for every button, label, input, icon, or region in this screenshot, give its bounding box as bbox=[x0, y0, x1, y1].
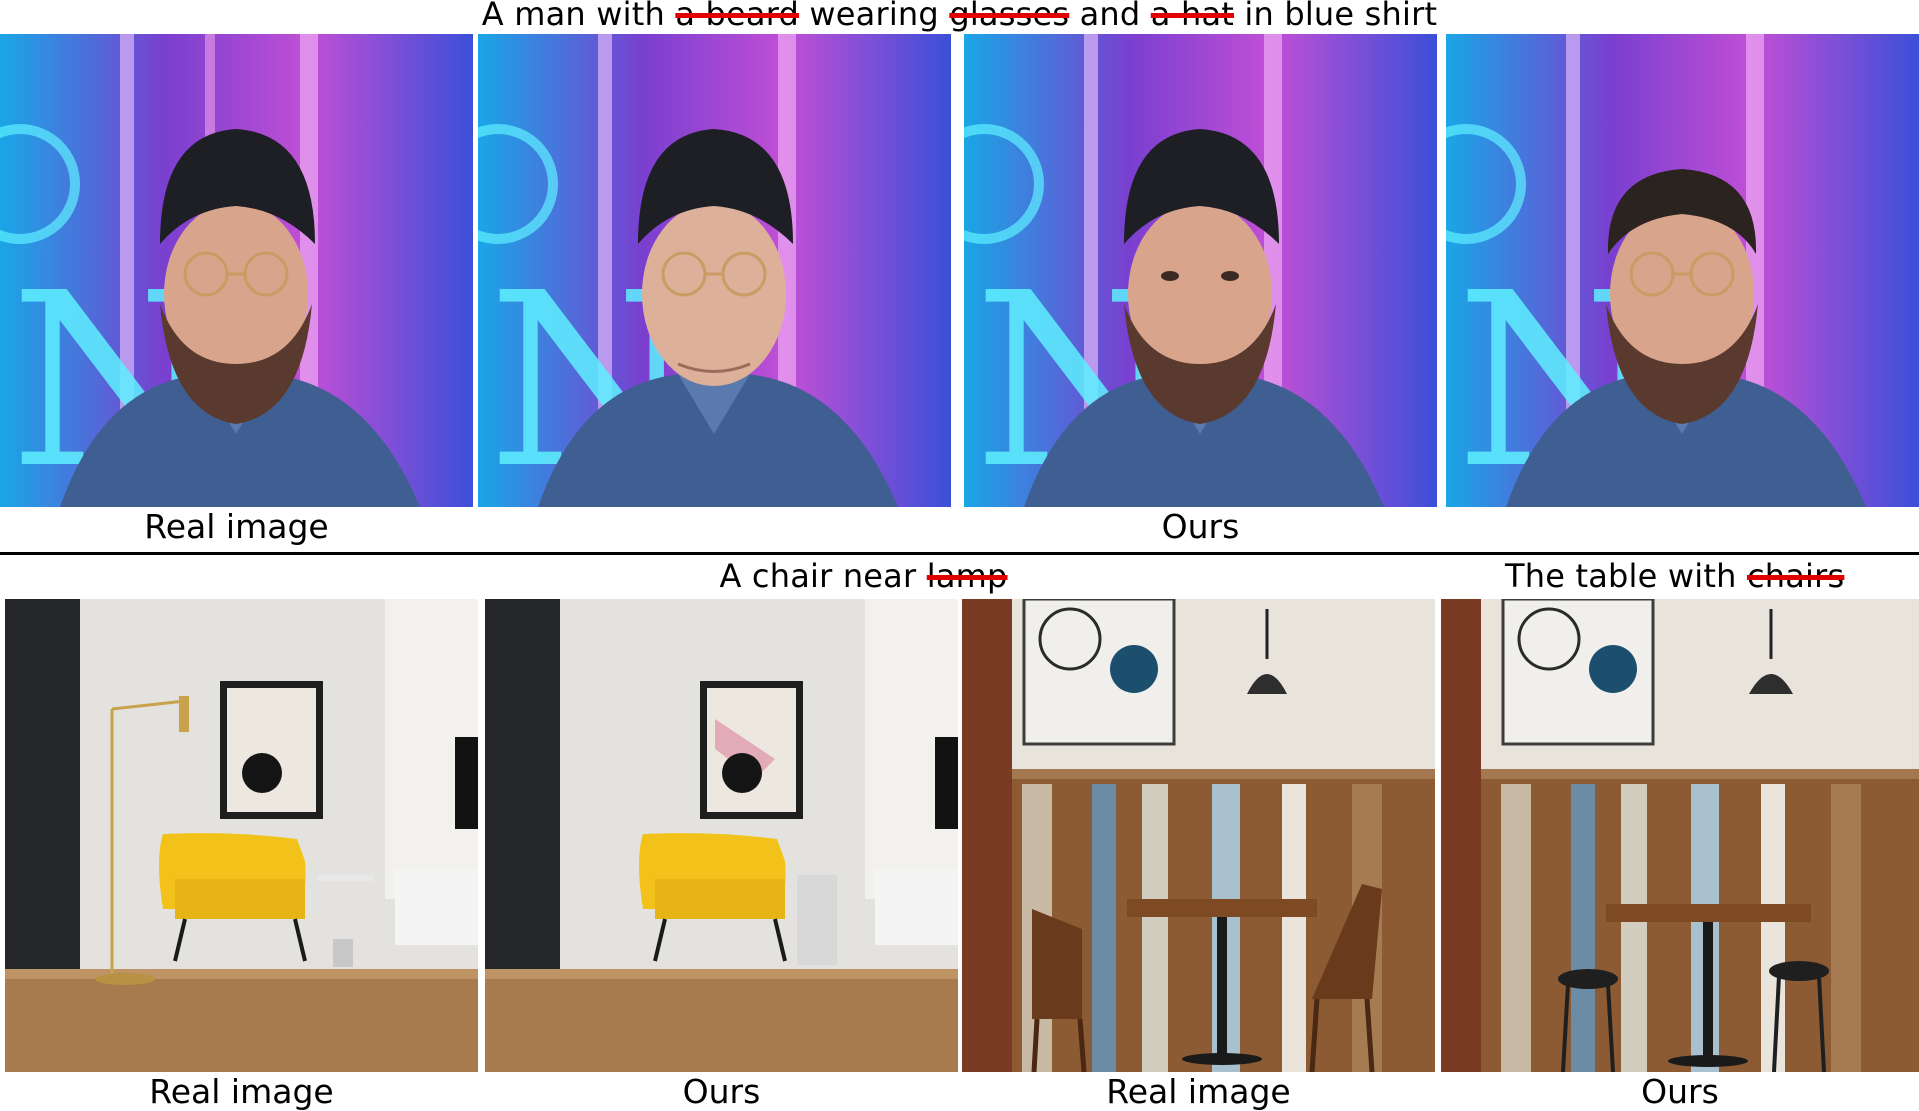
chair-ours-label: Ours bbox=[682, 1072, 761, 1111]
removed-word-hat: a hat bbox=[1150, 0, 1234, 33]
top-real-image-label: Real image bbox=[144, 507, 329, 546]
portrait-no-hat-panel: N bbox=[1446, 34, 1919, 507]
prompt-text: A man with bbox=[481, 0, 676, 33]
table-ours-label: Ours bbox=[1641, 1072, 1719, 1111]
cafe-table-icon bbox=[1441, 599, 1919, 1072]
table-real-image-label: Real image bbox=[1106, 1072, 1291, 1111]
removed-word-chairs: chairs bbox=[1746, 557, 1845, 595]
removed-word-glasses: glasses bbox=[949, 0, 1070, 33]
man-portrait-icon: N bbox=[964, 34, 1437, 507]
cafe-real-panel bbox=[962, 599, 1435, 1072]
cafe-ours-panel bbox=[1441, 599, 1919, 1072]
cafe-table-icon bbox=[962, 599, 1435, 1072]
prompt-text: in blue shirt bbox=[1234, 0, 1438, 33]
man-portrait-icon: N bbox=[478, 34, 951, 507]
prompt-text: wearing bbox=[799, 0, 950, 33]
prompt-text: and bbox=[1069, 0, 1151, 33]
interior-chair-icon bbox=[485, 599, 958, 1072]
prompt-text: A chair near bbox=[719, 557, 927, 595]
man-portrait-icon: N bbox=[1446, 34, 1919, 507]
table-prompt-caption: The table with chairs bbox=[1440, 558, 1919, 594]
top-prompt-caption: A man with a beard wearing glasses and a… bbox=[0, 0, 1919, 32]
portrait-no-beard-panel: N bbox=[478, 34, 951, 507]
chair-real-image-label: Real image bbox=[149, 1072, 334, 1111]
living-room-ours-panel bbox=[485, 599, 958, 1072]
portrait-real-panel: N bbox=[0, 34, 473, 507]
removed-word-lamp: lamp bbox=[926, 557, 1008, 595]
interior-chair-icon bbox=[5, 599, 478, 1072]
removed-word-beard: a beard bbox=[675, 0, 800, 33]
top-ours-label: Ours bbox=[1161, 507, 1240, 546]
row-divider bbox=[0, 552, 1919, 555]
man-portrait-icon: N bbox=[0, 34, 473, 507]
prompt-text: The table with bbox=[1505, 557, 1747, 595]
living-room-real-panel bbox=[5, 599, 478, 1072]
portrait-no-glasses-panel: N bbox=[964, 34, 1437, 507]
